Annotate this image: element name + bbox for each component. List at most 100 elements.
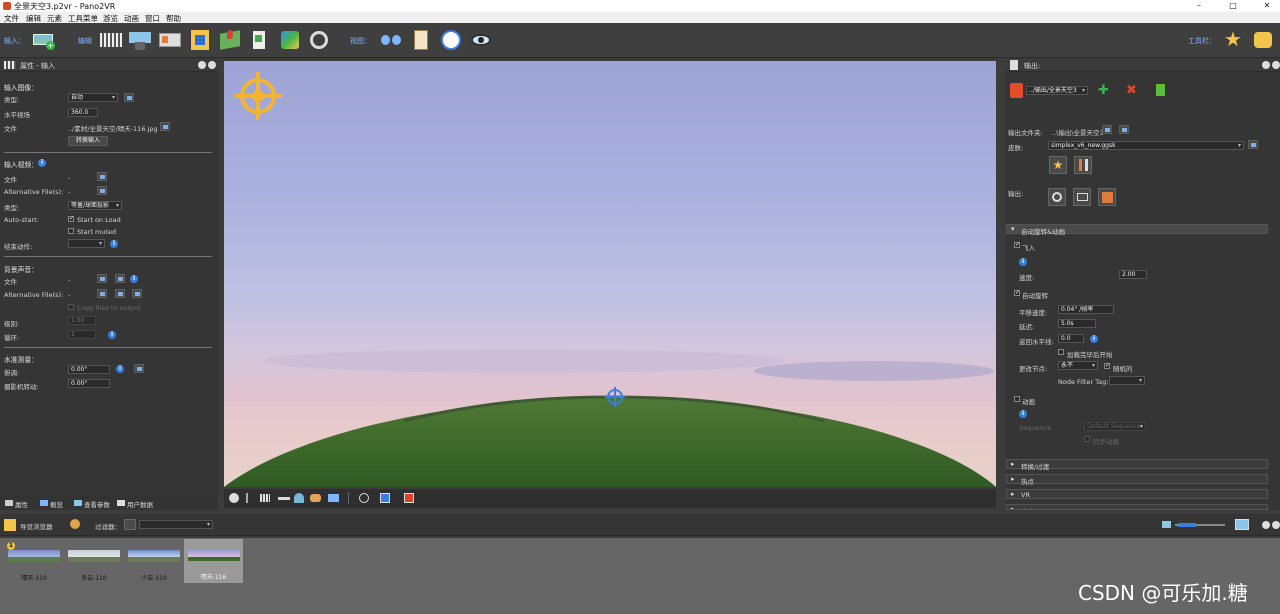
- pan-speed-input[interactable]: 0.04° /帧率: [1058, 305, 1114, 314]
- properties-button[interactable]: [98, 27, 124, 53]
- float-panel-icon[interactable]: [1262, 521, 1270, 529]
- preview-clock-icon[interactable]: [438, 27, 464, 53]
- hfov-input[interactable]: 360.0: [68, 108, 98, 117]
- maximize-button[interactable]: □: [1222, 0, 1244, 12]
- thumbnail-item[interactable]: 少云-110: [126, 540, 182, 586]
- end-action-select[interactable]: [68, 239, 105, 248]
- open-file-icon[interactable]: [160, 122, 170, 131]
- close-panel-icon[interactable]: [208, 61, 216, 69]
- ruler-icon[interactable]: [278, 497, 290, 500]
- pitch-input[interactable]: 0.00°: [68, 365, 110, 374]
- video-type-select[interactable]: 等量/球面投影: [68, 201, 122, 210]
- small-thumb-icon[interactable]: [1162, 521, 1171, 528]
- tab-overview[interactable]: 概览: [50, 499, 63, 509]
- filter-select[interactable]: [139, 520, 213, 529]
- tab-viewing-params[interactable]: 查看参数: [84, 499, 110, 509]
- image-icon[interactable]: [328, 494, 339, 502]
- animation-checkbox[interactable]: [1014, 396, 1020, 402]
- skin-editor-icon[interactable]: ★: [1049, 156, 1067, 174]
- thumbnail-item-selected[interactable]: 晴天-116: [184, 539, 243, 583]
- info-icon[interactable]: i: [130, 275, 138, 283]
- start-muted-checkbox[interactable]: [68, 228, 74, 234]
- north-marker-icon[interactable]: [605, 387, 625, 407]
- sound-alt-settings-icon[interactable]: [115, 289, 125, 298]
- type-settings-icon[interactable]: [124, 93, 134, 102]
- section-sound[interactable]: 声音: [1006, 504, 1268, 510]
- level-input[interactable]: 1.00: [68, 316, 96, 325]
- viewing-params-button[interactable]: [127, 27, 153, 53]
- node-filter-select[interactable]: [1109, 376, 1145, 385]
- section-transitions[interactable]: 转换/过渡: [1006, 459, 1268, 471]
- notes-icon[interactable]: [408, 27, 434, 53]
- skin-tools-icon[interactable]: [1074, 156, 1092, 174]
- delete-output-icon[interactable]: ✖: [1126, 84, 1137, 97]
- float-panel-icon[interactable]: [198, 61, 206, 69]
- filter-pencil-icon[interactable]: [124, 519, 136, 530]
- skin-select[interactable]: simplex_v6_new.ggsk: [1048, 141, 1244, 150]
- autorotate-checkbox[interactable]: [1014, 289, 1020, 296]
- compass-icon[interactable]: [229, 493, 239, 503]
- copy-files-checkbox[interactable]: [68, 304, 74, 310]
- autorotate-section-header[interactable]: 自动旋转&动画: [1006, 224, 1268, 236]
- float-panel-icon[interactable]: [1262, 61, 1270, 69]
- output-format-select[interactable]: ../输出/全景天空3: [1026, 86, 1088, 95]
- open-skin-icon[interactable]: [1248, 140, 1258, 149]
- sound-play-icon[interactable]: [97, 274, 107, 283]
- delay-input[interactable]: 5.0s: [1058, 319, 1096, 328]
- delete-folder-icon[interactable]: [1119, 125, 1129, 134]
- hotspots-button[interactable]: [187, 27, 213, 53]
- minimize-button[interactable]: –: [1188, 0, 1210, 12]
- crosshair-icon[interactable]: [359, 493, 369, 503]
- open-alt-video-icon[interactable]: [97, 186, 107, 195]
- open-video-icon[interactable]: [97, 172, 107, 181]
- level-tool-icon[interactable]: [134, 364, 144, 373]
- map-button[interactable]: [217, 27, 243, 53]
- loop-input[interactable]: 1: [68, 330, 96, 339]
- speed-input[interactable]: 2.00: [1119, 270, 1147, 279]
- start-after-load-checkbox[interactable]: [1058, 349, 1064, 355]
- add-input-button[interactable]: +: [30, 27, 56, 53]
- roll-input[interactable]: 0.00°: [68, 379, 110, 388]
- thumbnail-item[interactable]: 多云-110: [66, 540, 122, 586]
- output-package-icon[interactable]: [1098, 188, 1116, 206]
- user-data-button[interactable]: [157, 27, 183, 53]
- hotspot-target-icon[interactable]: [234, 72, 282, 120]
- blue-color-picker[interactable]: [380, 493, 390, 503]
- info-icon[interactable]: i: [1019, 410, 1027, 418]
- sound-alt-play-icon[interactable]: [97, 289, 107, 298]
- random-checkbox[interactable]: [1104, 362, 1110, 369]
- red-color-picker[interactable]: [404, 493, 414, 503]
- thumbnail-item[interactable]: 晴天-110: [6, 540, 62, 586]
- add-output-icon[interactable]: ✚: [1098, 84, 1109, 97]
- start-on-load-checkbox[interactable]: [68, 215, 74, 222]
- hotspot-view-icon[interactable]: [310, 494, 321, 502]
- type-select[interactable]: 自动: [68, 93, 118, 102]
- info-icon[interactable]: i: [38, 159, 46, 167]
- fly-in-checkbox[interactable]: [1014, 241, 1020, 248]
- convert-input-button[interactable]: 转换输入: [68, 136, 108, 146]
- section-hotspots[interactable]: 热点: [1006, 474, 1268, 486]
- open-sound-alt-icon[interactable]: [132, 289, 142, 298]
- section-vr[interactable]: VR: [1006, 489, 1268, 499]
- eye-preview-icon[interactable]: [468, 27, 494, 53]
- info-icon[interactable]: i: [116, 365, 124, 373]
- info-icon[interactable]: i: [108, 331, 116, 339]
- sequence-select[interactable]: Default Sequence: [1084, 422, 1146, 431]
- change-node-select[interactable]: 永不: [1058, 361, 1098, 370]
- output-preview-icon[interactable]: [1073, 188, 1091, 206]
- star-tool-icon[interactable]: ★: [1220, 27, 1246, 53]
- pin-icon[interactable]: [246, 493, 248, 503]
- horizon-icon[interactable]: [294, 493, 304, 503]
- panorama-viewport[interactable]: [224, 61, 996, 487]
- close-panel-icon[interactable]: [1272, 61, 1280, 69]
- info-icon[interactable]: i: [110, 240, 118, 248]
- export-output-icon[interactable]: [1156, 84, 1165, 96]
- large-thumb-icon[interactable]: [1235, 519, 1249, 530]
- info-icon[interactable]: i: [1019, 258, 1027, 266]
- binoculars-icon[interactable]: [378, 27, 404, 53]
- hands-tool-icon[interactable]: [1250, 27, 1276, 53]
- close-button[interactable]: ✕: [1256, 0, 1278, 12]
- tour-map-button[interactable]: [247, 27, 273, 53]
- user-sort-icon[interactable]: [70, 519, 80, 529]
- open-sound-icon[interactable]: [115, 274, 125, 283]
